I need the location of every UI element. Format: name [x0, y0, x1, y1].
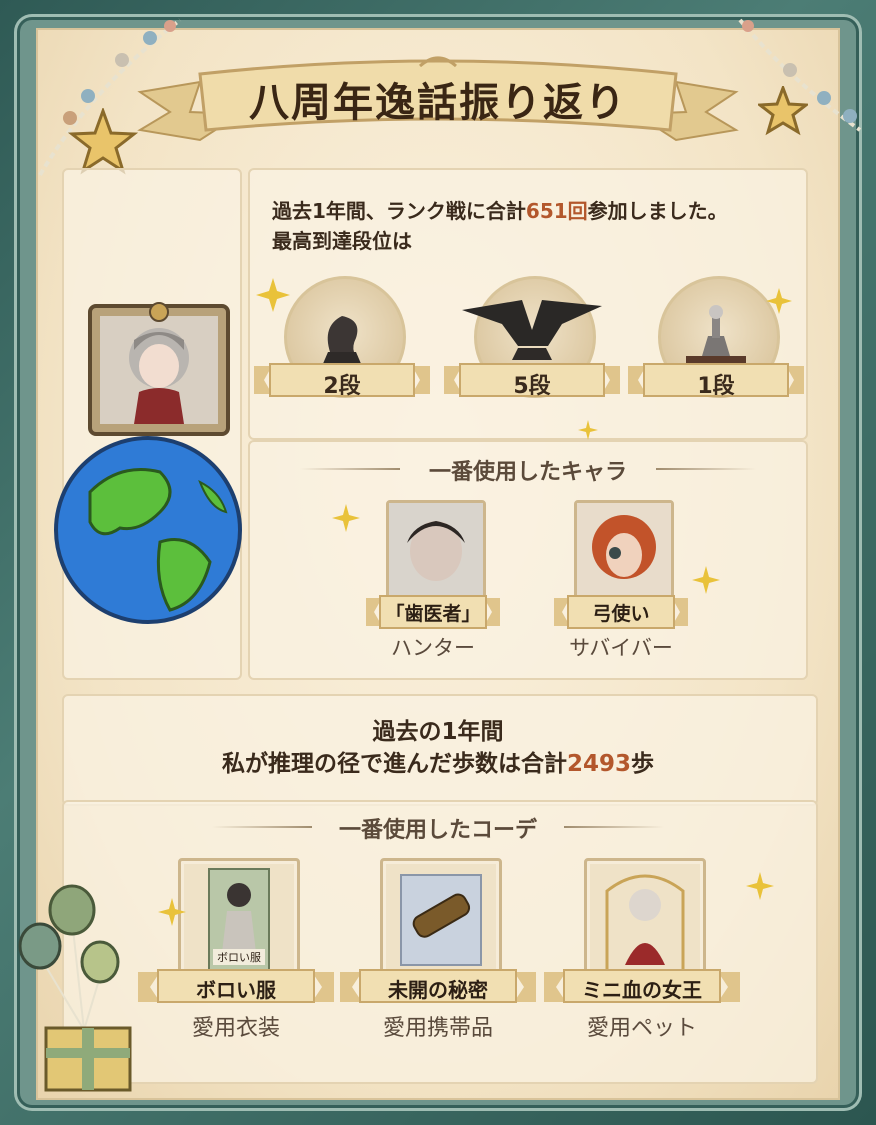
- rank-medal-label: 1段: [697, 374, 735, 399]
- divider-right: [656, 468, 756, 470]
- outfit-heading: 一番使用したコーデ: [338, 818, 537, 843]
- step-count: 2493: [566, 751, 631, 777]
- sparkle-icon: [332, 504, 360, 532]
- divider-left: [300, 468, 400, 470]
- character-role: サバイバー: [569, 636, 673, 660]
- outfit-name: ボロい服: [196, 978, 276, 1002]
- rank-summary: 過去1年間、ランク戦に合計651回参加しました。 最高到達段位は: [272, 199, 728, 253]
- character-role: ハンター: [391, 636, 475, 660]
- sparkle-icon: [766, 288, 792, 314]
- character-name: 弓使い: [592, 603, 650, 625]
- globe-icon: [54, 436, 242, 624]
- rank-medal-label: 2段: [323, 374, 361, 399]
- rank-medal-2: 5段: [444, 276, 620, 416]
- outfit-name: ミニ血の女王: [582, 978, 702, 1002]
- divider-left: [212, 826, 312, 828]
- sparkle-icon: [578, 420, 598, 440]
- sparkle-icon: [746, 872, 774, 900]
- outfit-role: 愛用衣装: [191, 1016, 280, 1041]
- gift-balloons-icon: [18, 884, 132, 1092]
- sparkle-icon: [158, 898, 186, 926]
- rank-medal-label: 5段: [513, 374, 551, 399]
- character-name: 「歯医者」: [385, 603, 481, 625]
- walk-summary: 過去の1年間 私が推理の径で進んだ歩数は合計2493歩: [221, 719, 654, 777]
- sparkle-icon: [692, 566, 720, 594]
- sparkle-icon: [256, 278, 290, 312]
- character-heading: 一番使用したキャラ: [428, 460, 627, 485]
- page-title: 八周年逸話振り返り: [249, 80, 627, 126]
- outfit-role: 愛用携帯品: [382, 1016, 493, 1041]
- costume-tag: ボロい服: [217, 951, 261, 964]
- outfit-name: 未開の秘密: [388, 978, 488, 1002]
- player-avatar: [88, 302, 230, 436]
- outfit-role: 愛用ペット: [586, 1016, 697, 1041]
- rank-count: 651回: [525, 199, 588, 223]
- divider-right: [564, 826, 664, 828]
- star-ornament-right-icon: [758, 86, 808, 136]
- dragon-trophy-icon: [462, 300, 602, 360]
